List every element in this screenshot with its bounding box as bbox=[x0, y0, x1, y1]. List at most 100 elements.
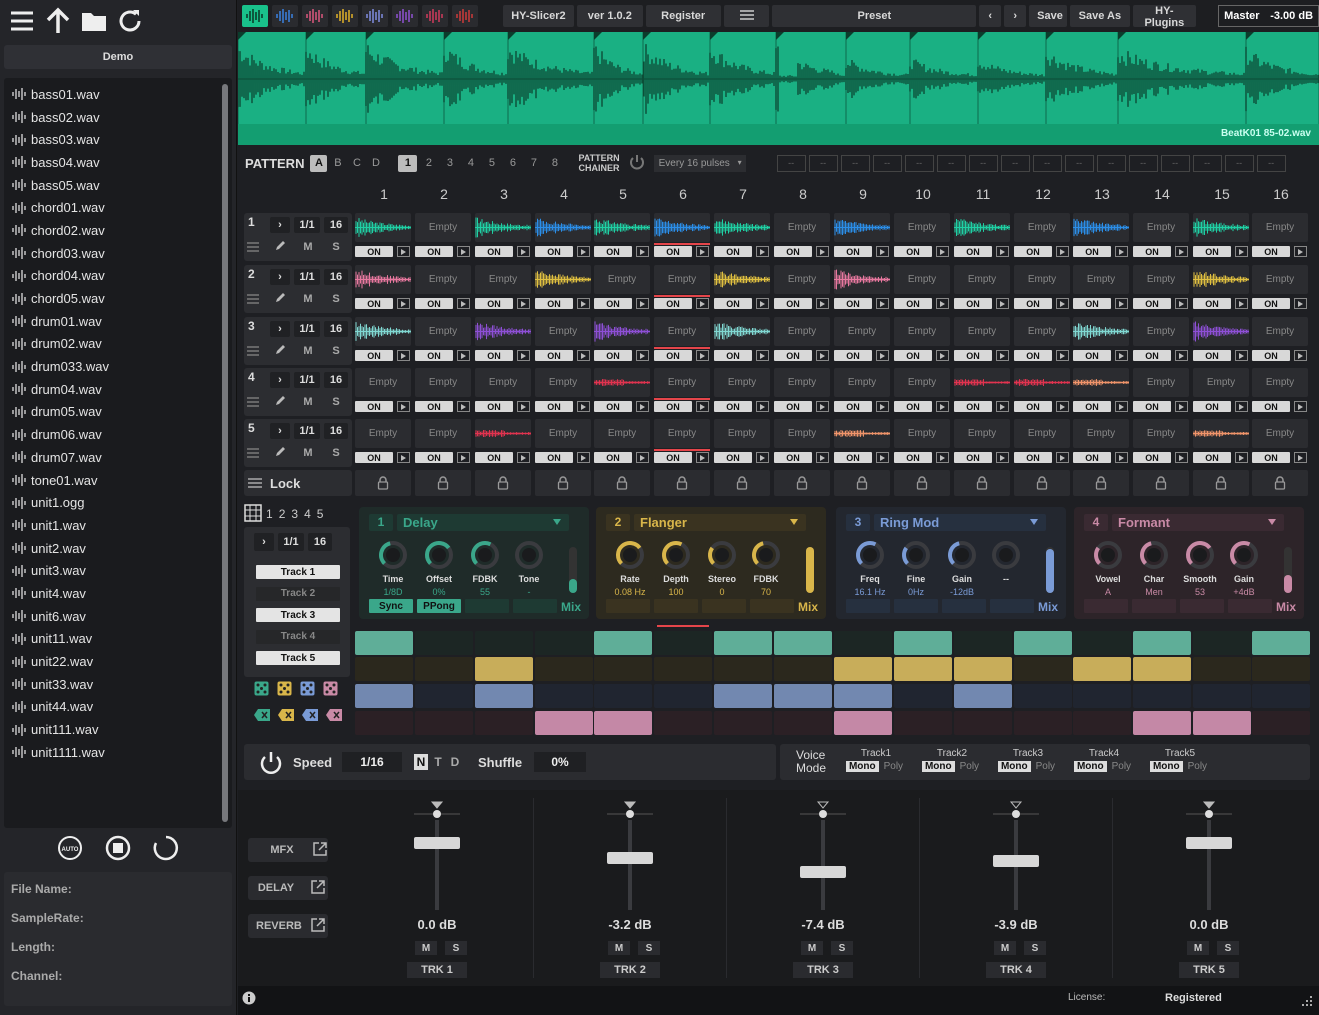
file-item[interactable]: unit11.wav bbox=[12, 628, 224, 651]
step-pad[interactable] bbox=[1193, 265, 1249, 294]
step-on-button[interactable]: ON bbox=[535, 246, 573, 257]
fx-knob[interactable]: Gain -12dB bbox=[940, 539, 984, 597]
speed-mode-T[interactable]: T bbox=[431, 754, 445, 770]
step-pad[interactable]: Empty bbox=[1073, 265, 1129, 294]
fx-step-cell[interactable] bbox=[834, 711, 892, 735]
mono-button[interactable]: Mono bbox=[997, 761, 1031, 772]
step-play-button[interactable] bbox=[936, 350, 949, 361]
fx-step-cell[interactable] bbox=[654, 711, 712, 735]
step-play-button[interactable] bbox=[876, 350, 889, 361]
mono-button[interactable]: Mono bbox=[921, 761, 955, 772]
step-on-button[interactable]: ON bbox=[954, 350, 992, 361]
step-pad[interactable]: Empty bbox=[475, 265, 531, 294]
fx-track-button[interactable]: Track 5 bbox=[256, 651, 340, 665]
demo-folder-label[interactable]: Demo bbox=[4, 45, 232, 69]
fx-step-cell[interactable] bbox=[834, 684, 892, 708]
fx-option-button[interactable] bbox=[465, 599, 509, 613]
fx-step-cell[interactable] bbox=[954, 631, 1012, 655]
track-steps[interactable]: 16 bbox=[324, 217, 348, 233]
track-mute-button[interactable]: M bbox=[298, 394, 318, 410]
list-icon[interactable] bbox=[247, 293, 259, 307]
step-play-button[interactable] bbox=[1175, 298, 1188, 309]
step-lock-button[interactable] bbox=[1133, 470, 1189, 496]
step-lock-button[interactable] bbox=[415, 470, 471, 496]
file-item[interactable]: unit6.wav bbox=[12, 605, 224, 628]
step-lock-button[interactable] bbox=[834, 470, 890, 496]
fx-track-number[interactable]: 1 bbox=[266, 507, 273, 521]
step-pad[interactable]: Empty bbox=[1014, 317, 1070, 346]
file-item[interactable]: drum01.wav bbox=[12, 310, 224, 333]
chainer-mode-select[interactable]: Every 16 pulses ▾ bbox=[653, 154, 746, 172]
step-play-button[interactable] bbox=[816, 452, 829, 463]
step-pad[interactable] bbox=[475, 213, 531, 242]
step-pad[interactable]: Empty bbox=[774, 368, 830, 397]
fx-knob[interactable]: FDBK 55 bbox=[463, 539, 507, 597]
pattern-number-8[interactable]: 8 bbox=[545, 155, 564, 172]
step-on-button[interactable]: ON bbox=[1133, 298, 1171, 309]
fx-knob[interactable]: Offset 0% bbox=[417, 539, 461, 597]
step-on-button[interactable]: ON bbox=[714, 350, 752, 361]
step-on-button[interactable]: ON bbox=[714, 298, 752, 309]
file-item[interactable]: bass03.wav bbox=[12, 128, 224, 151]
fx-knob[interactable]: Freq 16.1 Hz bbox=[848, 539, 892, 597]
step-on-button[interactable]: ON bbox=[535, 401, 573, 412]
step-play-button[interactable] bbox=[457, 298, 470, 309]
step-lock-button[interactable] bbox=[355, 470, 411, 496]
step-play-button[interactable] bbox=[816, 350, 829, 361]
poly-button[interactable]: Poly bbox=[1185, 761, 1210, 772]
save-button[interactable]: Save bbox=[1029, 5, 1068, 27]
step-play-button[interactable] bbox=[397, 350, 410, 361]
fx-step-cell[interactable] bbox=[475, 711, 533, 735]
track-solo-button[interactable]: S bbox=[326, 445, 346, 461]
step-play-button[interactable] bbox=[1056, 298, 1069, 309]
file-item[interactable]: unit1.ogg bbox=[12, 491, 224, 514]
step-pad[interactable]: Empty bbox=[1252, 213, 1308, 242]
step-on-button[interactable]: ON bbox=[1252, 298, 1290, 309]
fx-play-button[interactable]: › bbox=[254, 533, 274, 551]
step-play-button[interactable] bbox=[1115, 452, 1128, 463]
file-item[interactable]: drum05.wav bbox=[12, 401, 224, 424]
fx-track-button[interactable]: Track 4 bbox=[256, 629, 340, 644]
track-steps[interactable]: 16 bbox=[324, 321, 348, 337]
fx-step-cell[interactable] bbox=[654, 657, 712, 681]
step-lock-button[interactable] bbox=[535, 470, 591, 496]
resize-grip-icon[interactable] bbox=[1298, 994, 1314, 1013]
step-play-button[interactable] bbox=[1294, 401, 1307, 412]
step-on-button[interactable]: ON bbox=[1193, 298, 1231, 309]
chain-slot[interactable]: -- bbox=[1128, 154, 1158, 172]
step-pad[interactable]: Empty bbox=[415, 265, 471, 294]
step-on-button[interactable]: ON bbox=[774, 401, 812, 412]
step-on-button[interactable]: ON bbox=[1073, 401, 1111, 412]
pencil-icon[interactable] bbox=[274, 292, 286, 307]
fx-step-cell[interactable] bbox=[1133, 684, 1191, 708]
fx-option-button[interactable] bbox=[1084, 599, 1128, 613]
step-play-button[interactable] bbox=[636, 401, 649, 412]
step-pad[interactable] bbox=[355, 265, 411, 294]
dice-icon[interactable] bbox=[300, 681, 315, 699]
fx-knob[interactable]: FDBK 70 bbox=[744, 539, 788, 597]
mono-button[interactable]: Mono bbox=[1149, 761, 1183, 772]
step-play-button[interactable] bbox=[876, 246, 889, 257]
step-pad[interactable] bbox=[594, 213, 650, 242]
fx-step-cell[interactable] bbox=[774, 711, 832, 735]
step-play-button[interactable] bbox=[1235, 298, 1248, 309]
folder-icon[interactable] bbox=[80, 7, 108, 38]
step-play-button[interactable] bbox=[996, 246, 1009, 257]
pan-knob-icon[interactable] bbox=[1186, 798, 1232, 821]
pan-knob-icon[interactable] bbox=[414, 798, 460, 821]
fx-mix-slider[interactable] bbox=[806, 547, 814, 593]
plugins-button[interactable]: HY-Plugins bbox=[1132, 5, 1197, 29]
fx-step-cell[interactable] bbox=[1014, 711, 1072, 735]
step-on-button[interactable]: ON bbox=[834, 350, 872, 361]
track-division[interactable]: 1/1 bbox=[294, 269, 320, 285]
fx-track-button[interactable]: Track 2 bbox=[256, 586, 340, 601]
track-division[interactable]: 1/1 bbox=[294, 372, 320, 388]
step-play-button[interactable] bbox=[876, 401, 889, 412]
fx-step-cell[interactable] bbox=[714, 657, 772, 681]
track-play-button[interactable]: › bbox=[270, 321, 290, 337]
step-pad[interactable]: Empty bbox=[654, 265, 710, 294]
track-color-button[interactable] bbox=[392, 5, 418, 27]
fx-step-cell[interactable] bbox=[355, 631, 413, 655]
step-on-button[interactable]: ON bbox=[894, 246, 932, 257]
track-play-button[interactable]: › bbox=[270, 217, 290, 233]
